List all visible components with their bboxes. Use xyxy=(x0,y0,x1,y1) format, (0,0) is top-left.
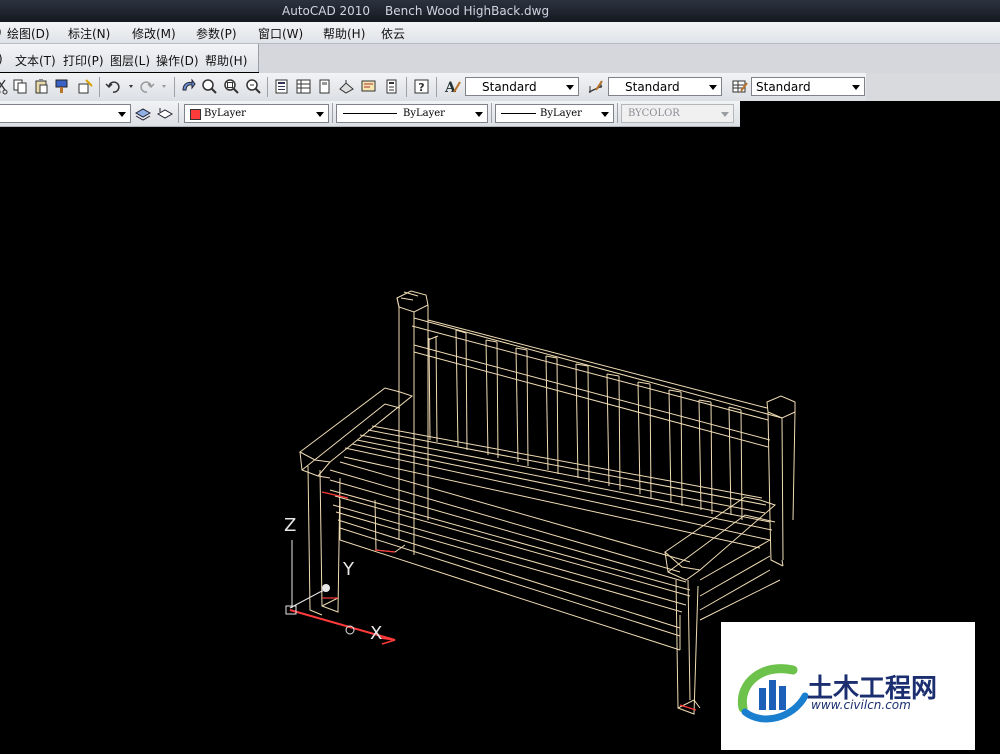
watermark-url-text: www.civilcn.com xyxy=(811,698,911,712)
tool-palettes-icon[interactable] xyxy=(316,78,333,95)
svg-text:?: ? xyxy=(418,81,424,94)
toolbar-separator xyxy=(174,77,175,97)
linetype-sample xyxy=(343,113,397,114)
markup-set-icon[interactable] xyxy=(360,78,377,95)
redo-icon[interactable] xyxy=(138,78,155,95)
chevron-down-icon xyxy=(721,112,729,117)
chevron-down-icon xyxy=(566,85,574,90)
table-style-select[interactable]: Standard xyxy=(751,77,865,96)
paste-icon[interactable] xyxy=(33,78,50,95)
ucs-z-label: Z xyxy=(284,515,297,536)
color-swatch xyxy=(190,109,201,120)
quickcalc-icon[interactable] xyxy=(383,78,400,95)
menu-help[interactable]: 帮助(H) xyxy=(323,25,365,42)
menu-parameters[interactable]: 参数(P) xyxy=(196,25,237,42)
help-icon[interactable]: ? xyxy=(413,78,430,95)
cut-icon[interactable] xyxy=(0,78,11,95)
design-center-icon[interactable] xyxy=(295,78,312,95)
sheet-set-icon[interactable] xyxy=(338,78,355,95)
menu-bar-secondary: ) 文本(T) 打印(P) 图层(L) 操作(D) 帮助(H) xyxy=(0,44,259,72)
toolbar-separator xyxy=(267,77,268,97)
undo-icon[interactable] xyxy=(105,78,122,95)
properties-icon[interactable] xyxy=(273,78,290,95)
toolbar-separator xyxy=(406,77,407,97)
menu-operation[interactable]: 操作(D) xyxy=(156,52,199,69)
match-properties-icon[interactable] xyxy=(54,78,71,95)
svg-text:A: A xyxy=(444,80,457,95)
ucs-x-label: X xyxy=(370,623,383,644)
table-style-value: Standard xyxy=(756,80,811,94)
chevron-down-icon xyxy=(601,112,609,117)
civilcn-logo-icon xyxy=(737,664,809,723)
linetype-value: ByLayer xyxy=(403,108,445,119)
ucs-y-label: Y xyxy=(343,559,354,580)
toolbar-separator xyxy=(178,103,179,123)
chevron-down-icon xyxy=(316,112,324,117)
layer-select[interactable] xyxy=(0,104,131,123)
chevron-down-icon xyxy=(709,85,717,90)
standard-toolbar: ? A Standard Standard Standard xyxy=(0,73,866,102)
block-editor-icon[interactable] xyxy=(77,78,94,95)
toolbar-separator xyxy=(491,103,492,123)
dimension-style-icon[interactable] xyxy=(587,78,604,95)
menu-draw[interactable]: 绘图(D) xyxy=(7,25,50,42)
zoom-realtime-icon[interactable] xyxy=(201,78,218,95)
toolbar-separator xyxy=(617,103,618,123)
dimension-style-value: Standard xyxy=(625,80,680,94)
file-title: Bench Wood HighBack.dwg xyxy=(385,4,550,18)
menu-help-2[interactable]: 帮助(H) xyxy=(205,52,247,69)
copy-icon[interactable] xyxy=(12,78,29,95)
chevron-down-icon xyxy=(475,112,483,117)
title-bar: AutoCAD 2010 Bench Wood HighBack.dwg xyxy=(0,0,1000,22)
menu-row2-empty xyxy=(259,44,1000,73)
watermark-logo: 土木工程网 www.civilcn.com xyxy=(721,622,975,750)
menu-dimension[interactable]: 标注(N) xyxy=(68,25,110,42)
menu-modify[interactable]: 修改(M) xyxy=(132,25,176,42)
toolbar-separator xyxy=(436,77,437,97)
menu-partial-edge: ) xyxy=(0,25,2,39)
toolbar-separator xyxy=(99,77,100,97)
menu-layer[interactable]: 图层(L) xyxy=(110,52,150,69)
layers-properties-toolbar: ByLayer ByLayer ByLayer BYCOLOR xyxy=(0,101,740,127)
app-title: AutoCAD 2010 xyxy=(282,4,371,18)
toolbar-separator xyxy=(332,103,333,123)
linetype-control-select[interactable]: ByLayer xyxy=(336,104,488,123)
plot-style-value: BYCOLOR xyxy=(628,108,680,119)
chevron-down-icon xyxy=(852,85,860,90)
redo-dropdown-icon[interactable] xyxy=(157,78,174,95)
text-style-value: Standard xyxy=(482,80,537,94)
zoom-previous-icon[interactable] xyxy=(245,78,262,95)
menu-yiyun[interactable]: 依云 xyxy=(381,25,405,42)
zoom-window-icon[interactable] xyxy=(223,78,240,95)
menu-text[interactable]: 文本(T) xyxy=(15,52,56,69)
lineweight-sample xyxy=(501,113,536,114)
menu-bar: ) 绘图(D) 标注(N) 修改(M) 参数(P) 窗口(W) 帮助(H) 依云 xyxy=(0,22,1000,44)
lineweight-value: ByLayer xyxy=(540,108,582,119)
lineweight-control-select[interactable]: ByLayer xyxy=(495,104,614,123)
color-control-select[interactable]: ByLayer xyxy=(184,104,329,123)
plot-style-control-select: BYCOLOR xyxy=(621,104,734,123)
table-style-icon[interactable] xyxy=(731,78,748,95)
pan-icon[interactable] xyxy=(180,78,197,95)
menu-window[interactable]: 窗口(W) xyxy=(258,25,303,42)
text-style-select[interactable]: Standard xyxy=(465,77,579,96)
text-style-icon[interactable]: A xyxy=(444,78,461,95)
make-current-layer-icon[interactable] xyxy=(156,105,173,122)
menu-plot[interactable]: 打印(P) xyxy=(63,52,104,69)
dimension-style-select[interactable]: Standard xyxy=(608,77,722,96)
layer-states-icon[interactable] xyxy=(134,105,151,122)
menu-partial-edge-2: ) xyxy=(0,52,3,66)
color-value: ByLayer xyxy=(204,108,246,119)
chevron-down-icon xyxy=(118,112,126,117)
